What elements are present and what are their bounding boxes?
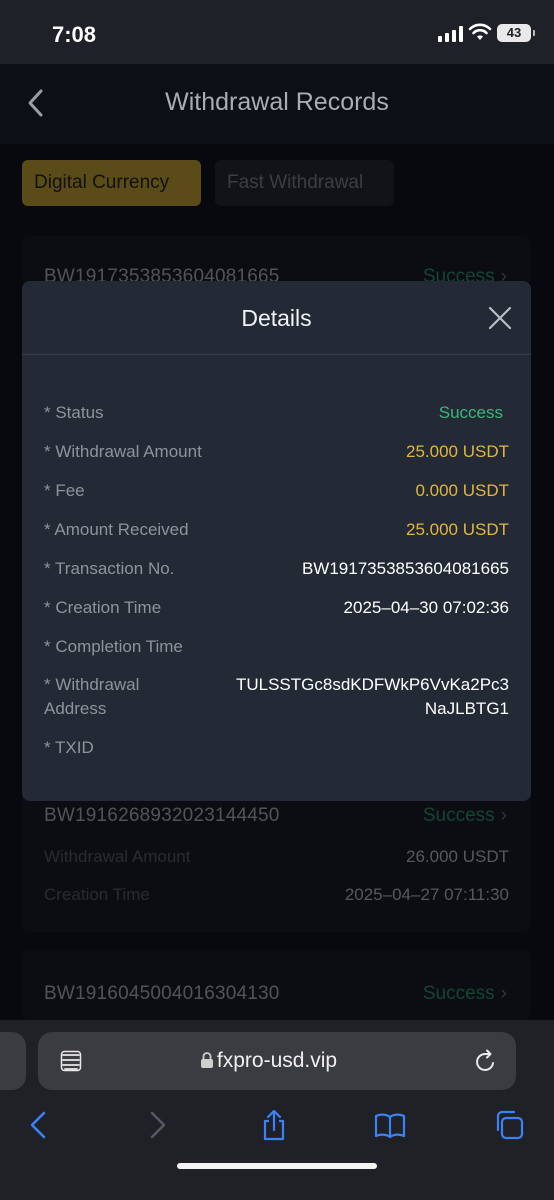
- previous-tab-preview[interactable]: [0, 1032, 26, 1090]
- page-title: Withdrawal Records: [165, 88, 389, 116]
- transaction-no-value: BW1917353853604081665: [301, 559, 509, 578]
- status-bar: 7:08 43: [0, 0, 554, 64]
- withdrawal-address-label: * Withdrawal Address: [44, 675, 140, 718]
- transaction-no-label: * Transaction No.: [44, 559, 175, 578]
- fee-label: * Fee: [44, 481, 85, 500]
- page-header: Withdrawal Records: [0, 64, 554, 144]
- url-text: fxpro-usd.vip: [216, 1049, 338, 1072]
- completion-time-label: * Completion Time: [44, 637, 183, 656]
- fee-value: 0.000 USDT: [415, 481, 509, 500]
- tabs-icon[interactable]: [492, 1108, 526, 1142]
- close-icon[interactable]: [487, 305, 513, 331]
- modal-divider: [22, 354, 531, 355]
- status-label: * Status: [44, 403, 104, 422]
- status-time: 7:08: [52, 22, 97, 47]
- address-bar[interactable]: fxpro-usd.vip: [38, 1032, 516, 1090]
- battery-icon: 43: [497, 24, 535, 42]
- withdrawal-amount-value: 25.000 USDT: [406, 442, 509, 461]
- withdrawal-address-value: TULSSTGc8sdKDFWkP6VvKa2Pc3 NaJLBTG1: [235, 675, 509, 718]
- status-value: Success: [438, 403, 503, 422]
- withdrawal-amount-label: * Withdrawal Amount: [44, 442, 202, 461]
- creation-time-label: * Creation Time: [44, 598, 162, 617]
- share-icon[interactable]: [257, 1108, 291, 1142]
- browser-back-icon[interactable]: [22, 1108, 56, 1142]
- amount-received-value: 25.000 USDT: [406, 520, 509, 539]
- cellular-signal-icon: [438, 26, 464, 42]
- details-modal: Details * Status Success * Withdrawal Am…: [22, 281, 531, 801]
- bookmarks-icon[interactable]: [373, 1108, 407, 1142]
- wifi-icon: [468, 23, 492, 40]
- amount-received-label: * Amount Received: [44, 520, 189, 539]
- home-indicator: [177, 1163, 377, 1169]
- modal-title: Details: [241, 305, 312, 331]
- browser-forward-icon[interactable]: [140, 1108, 174, 1142]
- reload-icon[interactable]: [474, 1048, 498, 1074]
- browser-toolbar: fxpro-usd.vip: [0, 1020, 554, 1200]
- txid-label: * TXID: [44, 738, 94, 757]
- creation-time-value: 2025–04–30 07:02:36: [343, 598, 509, 617]
